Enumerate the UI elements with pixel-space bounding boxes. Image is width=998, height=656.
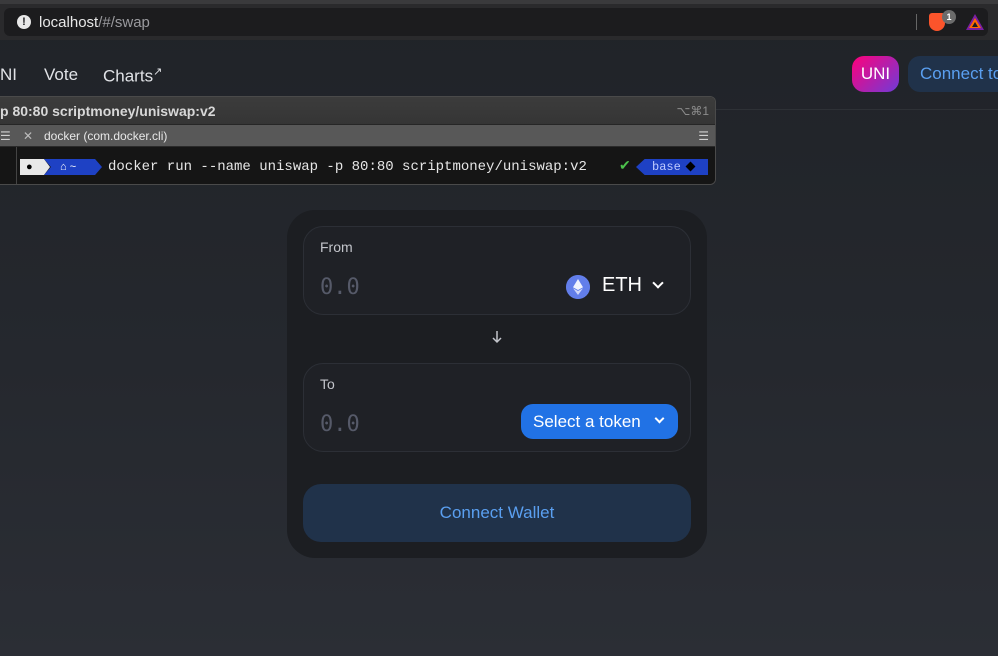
terminal-titlebar[interactable]: p 80:80 scriptmoney/uniswap:v2 ⌥⌘1 <box>0 97 715 125</box>
external-link-icon: ↗ <box>153 66 163 78</box>
apple-icon: ● <box>20 159 50 175</box>
terminal-gutter <box>16 147 17 184</box>
toolbar-divider <box>916 14 917 30</box>
terminal-tab-label: docker (com.docker.cli) <box>44 129 168 143</box>
to-label: To <box>320 376 335 392</box>
address-bar[interactable]: ! localhost/#/swap 1 <box>4 8 988 36</box>
arrow-down-icon[interactable] <box>490 328 504 346</box>
nav-charts[interactable]: Charts↗ <box>103 65 162 87</box>
to-field: To Select a token <box>303 363 691 452</box>
from-amount-input[interactable] <box>320 273 500 301</box>
select-token-button[interactable]: Select a token <box>521 404 678 439</box>
connect-wallet-header-button[interactable]: Connect to <box>908 56 998 92</box>
terminal-title: p 80:80 scriptmoney/uniswap:v2 <box>0 103 216 119</box>
connect-wallet-button[interactable]: Connect Wallet <box>303 484 691 542</box>
shield-count-badge: 1 <box>942 10 956 24</box>
terminal-tab[interactable]: ☰ ✕ docker (com.docker.cli) ☰ <box>0 125 715 147</box>
from-token-selector[interactable]: ETH <box>566 271 678 303</box>
nav-vote[interactable]: Vote <box>44 65 78 85</box>
prompt-dir: ~ <box>69 161 77 173</box>
browser-toolbar: ! localhost/#/swap 1 <box>0 0 998 40</box>
close-tab-icon[interactable]: ✕ <box>23 125 33 147</box>
eth-icon <box>566 275 590 299</box>
swap-card: From ETH To Select a token Connect Walle… <box>287 210 707 558</box>
env-diamond-icon <box>685 161 696 172</box>
url-host: localhost <box>39 14 99 31</box>
terminal-window[interactable]: p 80:80 scriptmoney/uniswap:v2 ⌥⌘1 ☰ ✕ d… <box>0 96 716 185</box>
chevron-down-icon <box>654 413 665 424</box>
from-token-symbol: ETH <box>602 274 642 296</box>
brave-rewards-icon[interactable] <box>966 14 984 30</box>
conda-env-label: base <box>652 160 681 174</box>
nav-uni[interactable]: NI <box>0 65 17 85</box>
conda-env-segment: base <box>636 159 708 175</box>
url-path: /#/swap <box>98 14 150 31</box>
prompt-home-segment: ⌂ ~ <box>44 159 102 175</box>
terminal-content[interactable]: ● ⌂ ~ docker run --name uniswap -p 80:80… <box>0 147 715 184</box>
tab-menu-icon[interactable]: ☰ <box>698 125 709 147</box>
chevron-down-icon <box>652 277 664 289</box>
exclamation-circle-icon[interactable]: ! <box>17 15 31 29</box>
from-label: From <box>320 239 353 255</box>
check-icon: ✔ <box>619 159 631 175</box>
from-field: From ETH <box>303 226 691 315</box>
nav-charts-label: Charts <box>103 66 154 86</box>
url-text[interactable]: localhost/#/swap <box>39 14 150 31</box>
hamburger-icon[interactable]: ☰ <box>0 125 11 147</box>
select-token-label: Select a token <box>533 412 641 431</box>
terminal-shortcut: ⌥⌘1 <box>676 104 709 118</box>
home-icon: ⌂ <box>60 161 67 173</box>
to-amount-input[interactable] <box>320 410 500 438</box>
uni-balance-button[interactable]: UNI <box>852 56 899 92</box>
header-divider <box>716 109 998 110</box>
terminal-command: docker run --name uniswap -p 80:80 scrip… <box>108 159 587 175</box>
